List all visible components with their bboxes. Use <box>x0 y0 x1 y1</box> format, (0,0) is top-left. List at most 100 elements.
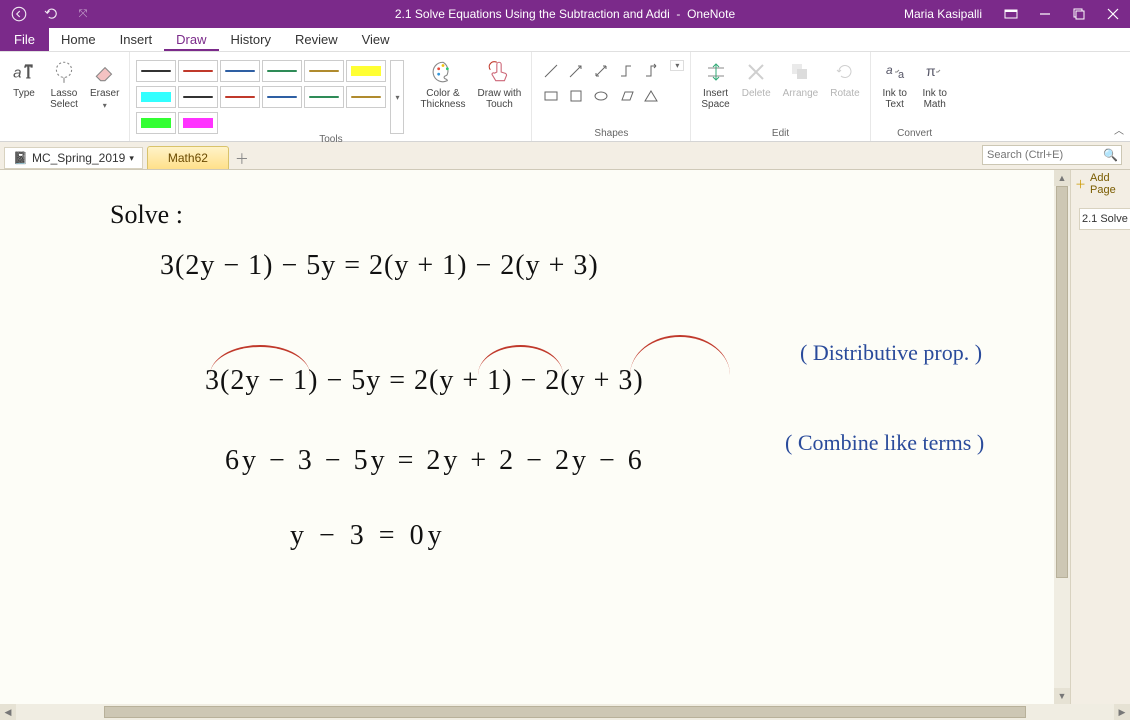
notebook-icon: 📓 <box>13 151 28 165</box>
shape-double-arrow-icon[interactable] <box>590 60 612 82</box>
ink-math-label: Ink to Math <box>922 88 946 110</box>
shape-parallelogram-icon[interactable] <box>615 85 637 107</box>
undo-icon[interactable] <box>42 5 60 23</box>
close-button[interactable] <box>1096 0 1130 28</box>
pen-swatch-11[interactable] <box>346 86 386 108</box>
menu-draw[interactable]: Draw <box>164 28 218 51</box>
menu-view[interactable]: View <box>350 28 402 51</box>
delete-button: Delete <box>738 56 775 101</box>
arrange-label: Arrange <box>783 88 819 99</box>
pen-swatch-8[interactable] <box>220 86 260 108</box>
ink-note-combine: ( Combine like terms ) <box>785 430 984 456</box>
draw-with-touch-button[interactable]: Draw with Touch <box>473 56 525 112</box>
collapse-ribbon-icon[interactable]: ︿ <box>1114 122 1124 137</box>
pen-swatch-7[interactable] <box>178 86 218 108</box>
add-page-button[interactable]: ＋ Add Page <box>1075 172 1130 196</box>
insert-space-button[interactable]: Insert Space <box>697 56 733 112</box>
shapes-gallery[interactable] <box>538 56 664 111</box>
pen-swatch-9[interactable] <box>262 86 302 108</box>
ink-to-math-button[interactable]: π Ink to Math <box>917 56 953 112</box>
pen-swatch-13[interactable] <box>178 112 218 134</box>
shape-elbow-arrow-icon[interactable] <box>640 60 662 82</box>
shape-square-icon[interactable] <box>565 85 587 107</box>
eraser-label: Eraser <box>90 88 119 99</box>
ribbon-group-shapes: ▾ Shapes <box>532 52 691 141</box>
window-title: 2.1 Solve Equations Using the Subtractio… <box>395 7 735 21</box>
pen-swatch-5[interactable] <box>346 60 386 82</box>
horizontal-scrollbar[interactable]: ◀ ▶ <box>0 704 1130 720</box>
svg-text:a: a <box>886 63 893 77</box>
ink-line-3: 6y − 3 − 5y = 2y + 2 − 2y − 6 <box>225 445 645 477</box>
type-icon: a <box>10 58 38 86</box>
search-input[interactable] <box>982 145 1122 165</box>
delete-label: Delete <box>742 88 771 99</box>
scroll-right-icon[interactable]: ▶ <box>1114 704 1130 720</box>
ribbon-group-select: a Type Lasso Select Eraser ▾ . <box>0 52 130 141</box>
page-canvas[interactable]: ⤢ Solve : 3(2y − 1) − 5y = 2(y + 1) − 2(… <box>0 170 1070 704</box>
type-button[interactable]: a Type <box>6 56 42 101</box>
minimize-button[interactable] <box>1028 0 1062 28</box>
pin-icon[interactable]: ⤧ <box>74 5 92 23</box>
pen-gallery[interactable] <box>136 56 386 134</box>
lasso-label: Lasso Select <box>50 88 78 110</box>
draw-touch-label: Draw with Touch <box>477 88 521 110</box>
red-arc-3 <box>630 335 730 375</box>
page-list-item[interactable]: 2.1 Solve <box>1079 208 1130 230</box>
menu-bar: File Home Insert Draw History Review Vie… <box>0 28 1130 52</box>
pen-swatch-2[interactable] <box>220 60 260 82</box>
notebook-name: MC_Spring_2019 <box>32 151 125 165</box>
shape-line-icon[interactable] <box>540 60 562 82</box>
ribbon-display-icon[interactable] <box>994 0 1028 28</box>
arrange-button: Arrange <box>779 56 823 101</box>
shapes-gallery-expand[interactable]: ▾ <box>670 60 684 71</box>
ribbon-group-convert: aa Ink to Text π Ink to Math Convert <box>871 52 959 141</box>
maximize-button[interactable] <box>1062 0 1096 28</box>
svg-text:a: a <box>13 64 21 81</box>
pen-swatch-3[interactable] <box>262 60 302 82</box>
shape-arrow-icon[interactable] <box>565 60 587 82</box>
lasso-select-button[interactable]: Lasso Select <box>46 56 82 112</box>
back-icon[interactable] <box>10 5 28 23</box>
menu-review[interactable]: Review <box>283 28 350 51</box>
ink-line-2: 3(2y − 1) − 5y = 2(y + 1) − 2(y + 3) <box>205 365 644 397</box>
scroll-left-icon[interactable]: ◀ <box>0 704 16 720</box>
insert-space-icon <box>702 58 730 86</box>
ink-to-text-button[interactable]: aa Ink to Text <box>877 56 913 112</box>
shape-elbow-icon[interactable] <box>615 60 637 82</box>
eraser-button[interactable]: Eraser ▾ <box>86 56 123 112</box>
scroll-down-icon[interactable]: ▼ <box>1054 688 1070 704</box>
notebook-dropdown[interactable]: 📓 MC_Spring_2019 ▾ <box>4 147 143 169</box>
pen-swatch-4[interactable] <box>304 60 344 82</box>
shape-ellipse-icon[interactable] <box>590 85 612 107</box>
pen-swatch-0[interactable] <box>136 60 176 82</box>
ribbon-group-edit: Insert Space Delete Arrange Rotate Edit <box>691 52 870 141</box>
title-bar: ⤧ 2.1 Solve Equations Using the Subtract… <box>0 0 1130 28</box>
group-shapes-label: Shapes <box>594 128 628 141</box>
rotate-label: Rotate <box>830 88 859 99</box>
shape-rect-icon[interactable] <box>540 85 562 107</box>
pen-swatch-10[interactable] <box>304 86 344 108</box>
arrange-icon <box>786 58 814 86</box>
pen-swatch-1[interactable] <box>178 60 218 82</box>
pen-swatch-6[interactable] <box>136 86 176 108</box>
scroll-up-icon[interactable]: ▲ <box>1054 170 1070 186</box>
menu-history[interactable]: History <box>219 28 283 51</box>
lasso-icon <box>50 58 78 86</box>
hscroll-thumb[interactable] <box>104 706 1026 718</box>
vertical-scrollbar[interactable]: ▲ ▼ <box>1054 170 1070 704</box>
pen-gallery-expand[interactable]: ▾ <box>390 60 404 134</box>
menu-file[interactable]: File <box>0 28 49 51</box>
chevron-down-icon: ▾ <box>129 153 134 164</box>
add-section-button[interactable]: ＋ <box>231 149 253 169</box>
account-name[interactable]: Maria Kasipalli <box>892 7 994 21</box>
ink-heading: Solve : <box>110 200 183 230</box>
menu-home[interactable]: Home <box>49 28 108 51</box>
scroll-thumb[interactable] <box>1056 186 1068 578</box>
ink-line-1: 3(2y − 1) − 5y = 2(y + 1) − 2(y + 3) <box>160 250 599 282</box>
section-tab[interactable]: Math62 <box>147 146 229 169</box>
menu-insert[interactable]: Insert <box>108 28 165 51</box>
insert-space-label: Insert Space <box>701 88 729 110</box>
shape-triangle-icon[interactable] <box>640 85 662 107</box>
pen-swatch-12[interactable] <box>136 112 176 134</box>
color-thickness-button[interactable]: Color & Thickness <box>416 56 469 112</box>
